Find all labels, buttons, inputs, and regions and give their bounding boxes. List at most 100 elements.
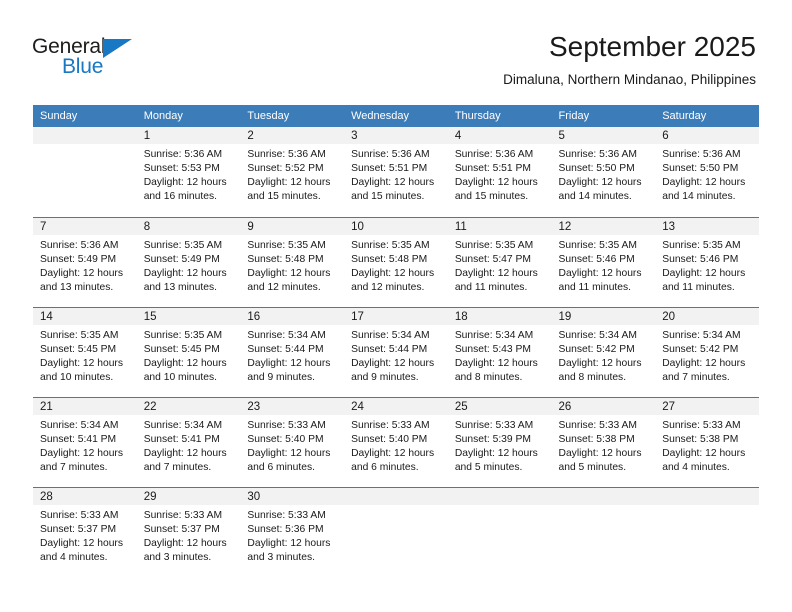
calendar-week-row: 1 Sunrise: 5:36 AM Sunset: 5:53 PM Dayli… bbox=[33, 127, 759, 217]
day-number: 23 bbox=[240, 397, 345, 415]
day-cell[interactable]: 19 Sunrise: 5:34 AM Sunset: 5:42 PM Dayl… bbox=[551, 306, 656, 397]
calendar-body: 1 Sunrise: 5:36 AM Sunset: 5:53 PM Dayli… bbox=[33, 127, 759, 577]
sunrise-text: Sunrise: 5:33 AM bbox=[247, 509, 326, 521]
daylight-text-line1: Daylight: 12 hours bbox=[40, 267, 123, 279]
calendar-week-row: 21 Sunrise: 5:34 AM Sunset: 5:41 PM Dayl… bbox=[33, 396, 759, 487]
daylight-text-line2: and 4 minutes. bbox=[662, 461, 730, 473]
logo-triangle-icon bbox=[103, 39, 132, 58]
day-cell[interactable]: 10 Sunrise: 5:35 AM Sunset: 5:48 PM Dayl… bbox=[344, 216, 448, 307]
sunset-text: Sunset: 5:53 PM bbox=[143, 163, 220, 175]
day-cell[interactable]: 22 Sunrise: 5:34 AM Sunset: 5:41 PM Dayl… bbox=[136, 396, 241, 487]
sunrise-text: Sunrise: 5:35 AM bbox=[143, 239, 223, 251]
sunrise-text: Sunrise: 5:33 AM bbox=[351, 419, 430, 431]
sunrise-text: Sunrise: 5:34 AM bbox=[351, 329, 430, 341]
day-cell[interactable]: 7 Sunrise: 5:36 AM Sunset: 5:49 PM Dayli… bbox=[33, 216, 137, 307]
day-cell[interactable]: 15 Sunrise: 5:35 AM Sunset: 5:45 PM Dayl… bbox=[136, 306, 241, 397]
sunset-text: Sunset: 5:52 PM bbox=[247, 163, 324, 175]
calendar-week-row: 7 Sunrise: 5:36 AM Sunset: 5:49 PM Dayli… bbox=[33, 216, 759, 307]
sunset-text: Sunset: 5:36 PM bbox=[247, 523, 324, 535]
day-cell[interactable]: 18 Sunrise: 5:34 AM Sunset: 5:43 PM Dayl… bbox=[447, 306, 552, 397]
day-cell[interactable]: 25 Sunrise: 5:33 AM Sunset: 5:39 PM Dayl… bbox=[447, 396, 552, 487]
daylight-text-line1: Daylight: 12 hours bbox=[662, 447, 746, 459]
day-cell[interactable]: 6 Sunrise: 5:36 AM Sunset: 5:50 PM Dayli… bbox=[655, 127, 759, 217]
day-number: 5 bbox=[551, 127, 656, 144]
day-number: 27 bbox=[655, 397, 759, 415]
day-cell[interactable]: 2 Sunrise: 5:36 AM Sunset: 5:52 PM Dayli… bbox=[240, 127, 345, 217]
day-cell[interactable]: 11 Sunrise: 5:35 AM Sunset: 5:47 PM Dayl… bbox=[447, 216, 552, 307]
sunset-text: Sunset: 5:51 PM bbox=[454, 163, 531, 175]
sunset-text: Sunset: 5:50 PM bbox=[662, 163, 739, 175]
daylight-text-line2: and 14 minutes. bbox=[558, 191, 632, 203]
day-cell[interactable]: 23 Sunrise: 5:33 AM Sunset: 5:40 PM Dayl… bbox=[240, 396, 345, 487]
sunrise-text: Sunrise: 5:36 AM bbox=[558, 149, 637, 160]
sunset-text: Sunset: 5:38 PM bbox=[558, 433, 635, 445]
daylight-text-line1: Daylight: 12 hours bbox=[454, 357, 538, 369]
sunrise-text: Sunrise: 5:35 AM bbox=[40, 329, 119, 341]
daylight-text-line2: and 15 minutes. bbox=[247, 191, 321, 203]
day-cell[interactable]: 30 Sunrise: 5:33 AM Sunset: 5:36 PM Dayl… bbox=[240, 486, 345, 577]
day-cell[interactable] bbox=[655, 486, 759, 577]
day-cell[interactable]: 26 Sunrise: 5:33 AM Sunset: 5:38 PM Dayl… bbox=[551, 396, 656, 487]
day-cell[interactable] bbox=[33, 127, 137, 217]
day-cell[interactable]: 12 Sunrise: 5:35 AM Sunset: 5:46 PM Dayl… bbox=[551, 216, 656, 307]
sunrise-text: Sunrise: 5:34 AM bbox=[247, 329, 326, 341]
sunrise-text: Sunrise: 5:36 AM bbox=[351, 149, 430, 160]
day-cell[interactable]: 4 Sunrise: 5:36 AM Sunset: 5:51 PM Dayli… bbox=[447, 127, 552, 217]
day-cell[interactable]: 1 Sunrise: 5:36 AM Sunset: 5:53 PM Dayli… bbox=[136, 127, 241, 217]
day-number: 17 bbox=[344, 307, 448, 325]
day-number: 29 bbox=[136, 487, 241, 505]
day-cell[interactable]: 16 Sunrise: 5:34 AM Sunset: 5:44 PM Dayl… bbox=[240, 306, 345, 397]
day-cell[interactable]: 9 Sunrise: 5:35 AM Sunset: 5:48 PM Dayli… bbox=[240, 216, 345, 307]
page-header: General Blue September 2025 Dimaluna, No… bbox=[0, 0, 792, 104]
sunrise-text: Sunrise: 5:34 AM bbox=[558, 329, 637, 341]
day-cell[interactable]: 28 Sunrise: 5:33 AM Sunset: 5:37 PM Dayl… bbox=[33, 486, 137, 577]
day-number bbox=[33, 127, 137, 144]
daylight-text-line1: Daylight: 12 hours bbox=[454, 267, 538, 279]
daylight-text-line1: Daylight: 12 hours bbox=[40, 447, 123, 459]
daylight-text-line2: and 8 minutes. bbox=[454, 371, 523, 383]
day-number: 7 bbox=[33, 217, 137, 235]
day-cell[interactable] bbox=[344, 486, 448, 577]
daylight-text-line2: and 4 minutes. bbox=[40, 551, 108, 563]
day-cell[interactable]: 14 Sunrise: 5:35 AM Sunset: 5:45 PM Dayl… bbox=[33, 306, 137, 397]
sunset-text: Sunset: 5:48 PM bbox=[247, 253, 324, 265]
day-number: 14 bbox=[33, 307, 137, 325]
weekday-header-tuesday: Tuesday bbox=[240, 105, 345, 127]
day-number bbox=[551, 487, 656, 505]
weekday-header-monday: Monday bbox=[136, 105, 241, 127]
day-cell[interactable]: 8 Sunrise: 5:35 AM Sunset: 5:49 PM Dayli… bbox=[136, 216, 241, 307]
sunset-text: Sunset: 5:41 PM bbox=[143, 433, 220, 445]
day-number bbox=[344, 487, 448, 505]
day-number: 21 bbox=[33, 397, 137, 415]
day-cell[interactable]: 13 Sunrise: 5:35 AM Sunset: 5:46 PM Dayl… bbox=[655, 216, 759, 307]
daylight-text-line2: and 9 minutes. bbox=[247, 371, 315, 383]
day-number: 30 bbox=[240, 487, 345, 505]
generalblue-logo[interactable]: General Blue bbox=[32, 36, 162, 84]
title-block: September 2025 Dimaluna, Northern Mindan… bbox=[503, 30, 756, 90]
day-cell[interactable] bbox=[551, 486, 656, 577]
day-cell[interactable]: 24 Sunrise: 5:33 AM Sunset: 5:40 PM Dayl… bbox=[344, 396, 448, 487]
day-cell[interactable]: 3 Sunrise: 5:36 AM Sunset: 5:51 PM Dayli… bbox=[344, 127, 448, 217]
day-number: 11 bbox=[447, 217, 552, 235]
daylight-text-line2: and 14 minutes. bbox=[662, 191, 736, 203]
day-cell[interactable] bbox=[447, 486, 552, 577]
sunrise-text: Sunrise: 5:33 AM bbox=[247, 419, 326, 431]
day-cell[interactable]: 17 Sunrise: 5:34 AM Sunset: 5:44 PM Dayl… bbox=[344, 306, 448, 397]
sunset-text: Sunset: 5:45 PM bbox=[143, 343, 220, 355]
sunrise-text: Sunrise: 5:35 AM bbox=[351, 239, 430, 251]
day-cell[interactable]: 5 Sunrise: 5:36 AM Sunset: 5:50 PM Dayli… bbox=[551, 127, 656, 217]
day-number: 2 bbox=[240, 127, 345, 144]
weekday-header-sunday: Sunday bbox=[33, 105, 137, 127]
sunset-text: Sunset: 5:50 PM bbox=[558, 163, 635, 175]
calendar-page: General Blue September 2025 Dimaluna, No… bbox=[0, 0, 792, 612]
day-number: 13 bbox=[655, 217, 759, 235]
daylight-text-line2: and 7 minutes. bbox=[40, 461, 108, 473]
day-cell[interactable]: 21 Sunrise: 5:34 AM Sunset: 5:41 PM Dayl… bbox=[33, 396, 137, 487]
sunset-text: Sunset: 5:49 PM bbox=[143, 253, 220, 265]
daylight-text-line2: and 12 minutes. bbox=[351, 281, 425, 293]
day-cell[interactable]: 20 Sunrise: 5:34 AM Sunset: 5:42 PM Dayl… bbox=[655, 306, 759, 397]
day-cell[interactable]: 27 Sunrise: 5:33 AM Sunset: 5:38 PM Dayl… bbox=[655, 396, 759, 487]
day-cell[interactable]: 29 Sunrise: 5:33 AM Sunset: 5:37 PM Dayl… bbox=[136, 486, 241, 577]
page-title: September 2025 bbox=[548, 31, 756, 62]
sunrise-text: Sunrise: 5:36 AM bbox=[40, 239, 119, 251]
